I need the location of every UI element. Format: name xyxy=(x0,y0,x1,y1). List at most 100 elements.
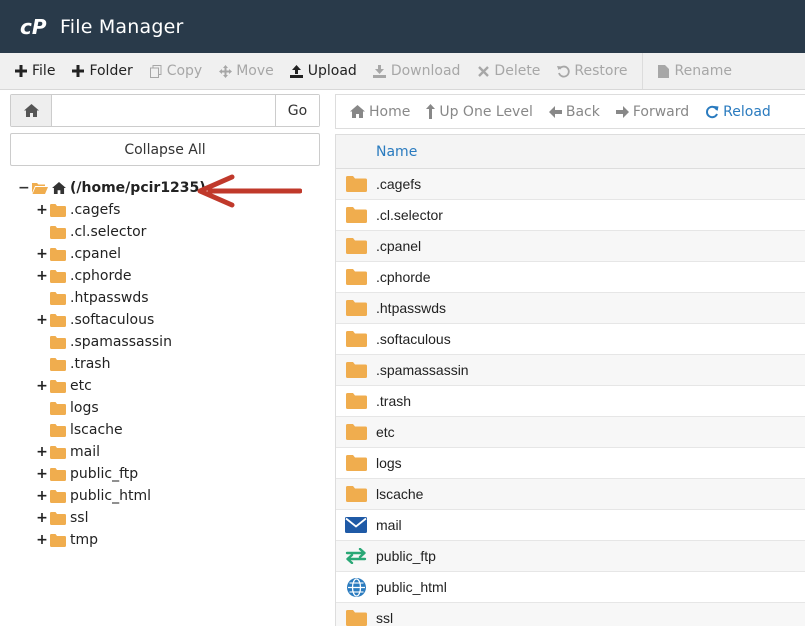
folder-icon xyxy=(336,207,376,223)
table-row[interactable]: .trash xyxy=(336,386,805,417)
table-row[interactable]: ssl xyxy=(336,603,805,626)
path-input[interactable] xyxy=(52,95,275,126)
table-row[interactable]: public_html xyxy=(336,572,805,603)
tree-item[interactable]: + public_html xyxy=(18,485,328,507)
table-row[interactable]: .cagefs xyxy=(336,169,805,200)
folder-button[interactable]: Folder xyxy=(63,53,140,89)
folder-icon xyxy=(336,610,376,626)
rename-button[interactable]: Rename xyxy=(649,53,740,89)
expand-toggle[interactable]: + xyxy=(36,268,48,284)
file-name: .cpanel xyxy=(376,238,422,254)
expand-toggle[interactable]: + xyxy=(36,312,48,328)
mail-icon xyxy=(336,517,376,533)
home-button[interactable] xyxy=(11,95,52,126)
folder-icon xyxy=(50,511,66,525)
tree-item[interactable]: .cl.selector xyxy=(18,221,328,243)
folder-icon xyxy=(336,300,376,316)
expand-toggle[interactable]: + xyxy=(36,202,48,218)
folder-icon xyxy=(50,379,66,393)
table-row[interactable]: .softaculous xyxy=(336,324,805,355)
expand-toggle[interactable]: + xyxy=(36,444,48,460)
toolbar-button-label: Copy xyxy=(166,63,203,79)
tree-item-label: .trash xyxy=(70,356,111,372)
download-icon xyxy=(373,64,387,78)
folder-icon xyxy=(50,357,66,371)
plus-icon xyxy=(71,65,85,77)
nav-home-button[interactable]: Home xyxy=(342,104,418,120)
restore-button[interactable]: Restore xyxy=(548,53,635,89)
move-button[interactable]: Move xyxy=(210,53,282,89)
expand-toggle[interactable]: + xyxy=(36,510,48,526)
tree-item[interactable]: .spamassassin xyxy=(18,331,328,353)
file-name: mail xyxy=(376,517,402,533)
upload-button[interactable]: Upload xyxy=(282,53,365,89)
collapse-all-button[interactable]: Collapse All xyxy=(10,133,320,166)
restore-icon xyxy=(556,65,570,78)
table-row[interactable]: .spamassassin xyxy=(336,355,805,386)
tree-item[interactable]: + tmp xyxy=(18,529,328,551)
red-arrow-annotation xyxy=(197,174,302,208)
tree-item[interactable]: + .softaculous xyxy=(18,309,328,331)
toolbar-button-label: Move xyxy=(236,63,274,79)
tree-item[interactable]: .htpasswds xyxy=(18,287,328,309)
toolbar-button-label: Delete xyxy=(494,63,541,79)
nav-up-one-level-button[interactable]: Up One Level xyxy=(418,104,541,120)
tree-item[interactable]: + ssl xyxy=(18,507,328,529)
table-row[interactable]: .cl.selector xyxy=(336,200,805,231)
file-button[interactable]: File xyxy=(6,53,63,89)
globe-icon xyxy=(336,577,376,597)
collapse-toggle[interactable]: − xyxy=(18,180,30,196)
download-button[interactable]: Download xyxy=(365,53,469,89)
move-icon xyxy=(218,64,232,78)
delete-button[interactable]: Delete xyxy=(468,53,548,89)
tree-item[interactable]: lscache xyxy=(18,419,328,441)
title-bar: cP File Manager xyxy=(0,0,805,53)
folder-icon xyxy=(50,467,66,481)
tree-item-label: etc xyxy=(70,378,92,394)
folder-icon xyxy=(336,455,376,471)
tree-item-label: .cagefs xyxy=(70,202,121,218)
table-row[interactable]: etc xyxy=(336,417,805,448)
tree-item[interactable]: logs xyxy=(18,397,328,419)
nav-button-label: Reload xyxy=(723,103,771,120)
toolbar-button-label: Rename xyxy=(674,63,732,79)
tree-item[interactable]: + mail xyxy=(18,441,328,463)
tree-item[interactable]: + .cpanel xyxy=(18,243,328,265)
tree-item-label: .softaculous xyxy=(70,312,155,328)
navigation-bar: Home Up One Level Back Forward Reload xyxy=(335,94,805,129)
tree-item[interactable]: + public_ftp xyxy=(18,463,328,485)
file-name: etc xyxy=(376,424,395,440)
tree-item-label: ssl xyxy=(70,510,89,526)
nav-button-label: Forward xyxy=(632,103,690,120)
tree-item[interactable]: .trash xyxy=(18,353,328,375)
expand-toggle[interactable]: + xyxy=(36,378,48,394)
expand-toggle[interactable]: + xyxy=(36,246,48,262)
go-button[interactable]: Go xyxy=(275,95,319,126)
expand-toggle[interactable]: + xyxy=(36,532,48,548)
table-row[interactable]: mail xyxy=(336,510,805,541)
tree-item-label: .cphorde xyxy=(70,268,132,284)
column-header-label: Name xyxy=(376,143,418,160)
expand-toggle[interactable]: + xyxy=(36,466,48,482)
nav-button-label: Up One Level xyxy=(439,103,533,120)
expand-toggle[interactable]: + xyxy=(36,488,48,504)
table-row[interactable]: lscache xyxy=(336,479,805,510)
column-header-name[interactable]: Name xyxy=(336,134,805,169)
toolbar-button-label: Download xyxy=(390,63,461,79)
app-title: File Manager xyxy=(60,15,184,38)
copy-button[interactable]: Copy xyxy=(141,53,211,89)
folder-icon xyxy=(336,393,376,409)
reload-icon xyxy=(705,105,719,119)
tree-item[interactable]: + .cphorde xyxy=(18,265,328,287)
open-folder-icon xyxy=(32,182,48,194)
table-row[interactable]: .cpanel xyxy=(336,231,805,262)
nav-forward-button[interactable]: Forward xyxy=(608,104,697,120)
table-row[interactable]: .htpasswds xyxy=(336,293,805,324)
table-row[interactable]: logs xyxy=(336,448,805,479)
nav-back-button[interactable]: Back xyxy=(541,104,608,120)
folder-icon xyxy=(336,176,376,192)
tree-item[interactable]: + etc xyxy=(18,375,328,397)
table-row[interactable]: public_ftp xyxy=(336,541,805,572)
table-row[interactable]: .cphorde xyxy=(336,262,805,293)
nav-reload-button[interactable]: Reload xyxy=(697,104,779,120)
